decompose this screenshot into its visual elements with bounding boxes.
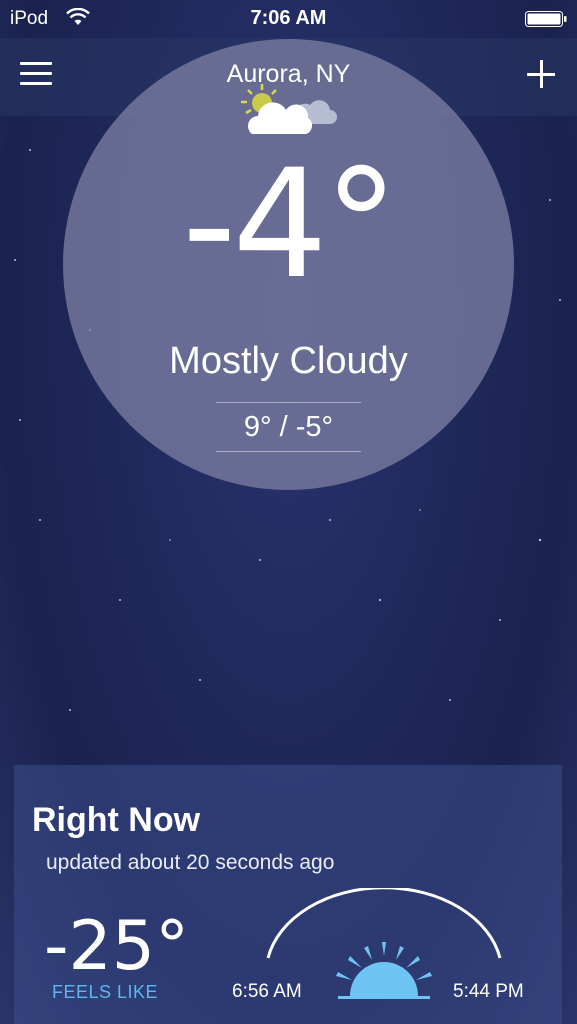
sunrise-time: 6:56 AM bbox=[232, 981, 302, 1002]
hi-lo-label: 9° / -5° bbox=[243, 411, 334, 443]
sunset-time: 5:44 PM bbox=[453, 981, 524, 1002]
status-bar: iPod 7:06 AM bbox=[0, 0, 577, 38]
status-time: 7:06 AM bbox=[250, 7, 327, 29]
battery-icon bbox=[525, 11, 567, 27]
current-temperature: -4° bbox=[182, 138, 399, 312]
hi-lo-box: 9° / -5° bbox=[216, 402, 361, 452]
condition-label: Mostly Cloudy bbox=[169, 340, 408, 382]
partly-cloudy-icon bbox=[241, 84, 337, 134]
updated-label: updated about 20 seconds ago bbox=[46, 851, 335, 874]
right-now-panel[interactable]: Right Now updated about 20 seconds ago -… bbox=[14, 765, 562, 1024]
feels-like-temperature: -25° bbox=[44, 907, 190, 986]
panel-title: Right Now bbox=[32, 801, 201, 839]
feels-like-label: FEELS LIKE bbox=[52, 982, 159, 1002]
